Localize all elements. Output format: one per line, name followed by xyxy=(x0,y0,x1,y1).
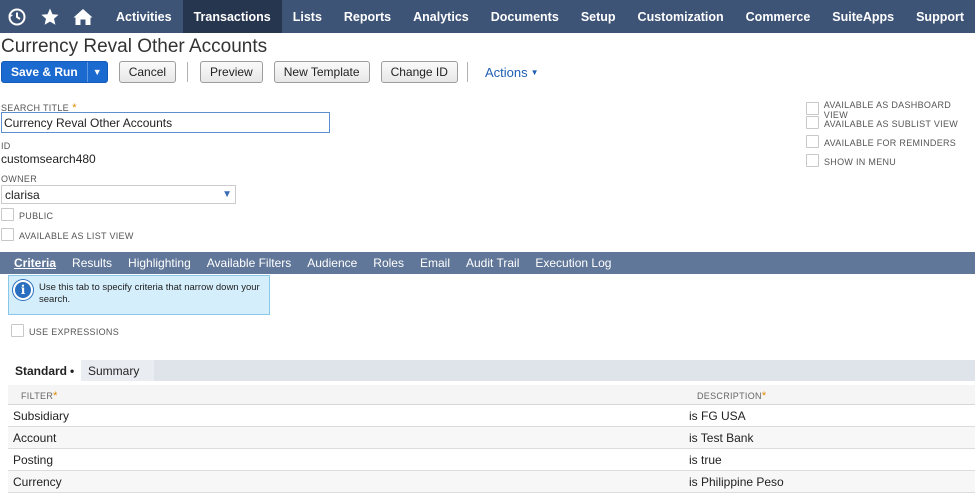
preview-button[interactable]: Preview xyxy=(200,61,263,83)
owner-value: clarisa xyxy=(5,187,40,202)
required-marker: * xyxy=(761,390,767,402)
subtab-bar: Criteria Results Highlighting Available Fil… xyxy=(0,252,975,274)
option-checkbox[interactable] xyxy=(806,101,819,115)
top-nav: Activities Transactions Lists Reports Analyt… xyxy=(0,0,975,33)
filter-cell: Subsidiary xyxy=(13,409,70,423)
option-checkbox-label: SHOW IN MENU xyxy=(824,157,897,167)
page-title: Currency Reval Other Accounts xyxy=(1,36,268,57)
tab-standard-label: Standard xyxy=(15,363,68,378)
col-description-header: DESCRIPTION* xyxy=(697,390,766,402)
search-title-input[interactable] xyxy=(1,112,330,133)
filter-cell: Posting xyxy=(13,453,54,467)
public-checkbox-row: PUBLIC xyxy=(1,207,53,221)
nav-item-documents[interactable]: Documents xyxy=(480,0,570,33)
new-template-button[interactable]: New Template xyxy=(273,61,370,83)
save-run-label[interactable]: Save & Run xyxy=(2,62,87,82)
table-header: FILTER* DESCRIPTION* xyxy=(8,385,975,405)
option-checkbox[interactable] xyxy=(806,153,819,167)
save-run-button[interactable]: Save & Run ▼ xyxy=(1,61,108,83)
table-row[interactable]: Currency is Philippine Peso xyxy=(8,471,975,493)
nav-item-customization[interactable]: Customization xyxy=(627,0,735,33)
nav-item-commerce[interactable]: Commerce xyxy=(735,0,822,33)
tab-roles[interactable]: Roles xyxy=(365,252,412,274)
save-run-dropdown-icon[interactable]: ▼ xyxy=(86,62,107,82)
actions-label[interactable]: Actions xyxy=(485,65,528,80)
info-box: i Use this tab to specify criteria that … xyxy=(8,275,270,315)
nav-item-activities[interactable]: Activities xyxy=(105,0,183,33)
nav-item-lists[interactable]: Lists xyxy=(282,0,333,33)
criteria-table: FILTER* DESCRIPTION* Subsidiary is FG USA… xyxy=(8,385,975,493)
tab-audience[interactable]: Audience xyxy=(299,252,365,274)
nav-item-setup[interactable]: Setup xyxy=(570,0,627,33)
cancel-button[interactable]: Cancel xyxy=(118,61,177,83)
info-icon: i xyxy=(13,280,33,300)
table-row[interactable]: Account is Test Bank xyxy=(8,427,975,449)
use-expressions-row: USE EXPRESSIONS xyxy=(11,323,119,337)
description-cell: is Philippine Peso xyxy=(689,475,784,489)
tab-standard-marker: • xyxy=(70,363,75,378)
description-cell: is FG USA xyxy=(689,409,746,423)
toolbar-divider xyxy=(187,62,189,82)
right-checkbox-row: AVAILABLE AS SUBLIST VIEW xyxy=(806,115,958,129)
description-cell: is true xyxy=(689,453,722,467)
col-description-label: DESCRIPTION xyxy=(697,391,762,401)
use-expressions-label: USE EXPRESSIONS xyxy=(29,327,120,337)
tab-execution-log[interactable]: Execution Log xyxy=(527,252,619,274)
tab-audit-trail[interactable]: Audit Trail xyxy=(458,252,527,274)
option-checkbox-label: AVAILABLE FOR REMINDERS xyxy=(824,138,957,148)
col-filter-header: FILTER* xyxy=(21,390,58,402)
toolbar-divider xyxy=(466,62,468,82)
nav-menu: Activities Transactions Lists Reports Analyt… xyxy=(105,0,975,33)
id-value: customsearch480 xyxy=(1,152,96,166)
option-checkbox[interactable] xyxy=(806,115,819,129)
option-checkbox[interactable] xyxy=(806,134,819,148)
required-marker: * xyxy=(53,390,58,402)
tab-summary[interactable]: Summary xyxy=(81,360,154,381)
actions-menu[interactable]: Actions ▼ xyxy=(485,65,539,80)
list-view-label: AVAILABLE AS LIST VIEW xyxy=(19,231,134,241)
nav-item-support[interactable]: Support xyxy=(905,0,975,33)
nav-item-suiteapps[interactable]: SuiteApps xyxy=(821,0,905,33)
right-checkbox-row: SHOW IN MENU xyxy=(806,153,896,167)
col-filter-label: FILTER xyxy=(21,391,54,401)
owner-label: OWNER xyxy=(1,174,37,184)
table-row[interactable]: Subsidiary is FG USA xyxy=(8,405,975,427)
tab-highlighting[interactable]: Highlighting xyxy=(120,252,199,274)
list-view-checkbox-row: AVAILABLE AS LIST VIEW xyxy=(1,227,134,241)
filter-cell: Account xyxy=(13,431,57,445)
table-body: Subsidiary is FG USA Account is Test Bank Po… xyxy=(8,405,975,493)
tab-criteria[interactable]: Criteria xyxy=(6,252,64,274)
nav-item-analytics[interactable]: Analytics xyxy=(402,0,480,33)
chevron-down-icon: ▼ xyxy=(222,189,232,200)
tab-results[interactable]: Results xyxy=(64,252,120,274)
criteria-tabs: Standard • Summary xyxy=(8,360,975,381)
id-label: ID xyxy=(1,141,11,151)
filter-cell: Currency xyxy=(13,475,62,489)
list-view-checkbox[interactable] xyxy=(1,227,14,241)
tab-available-filters[interactable]: Available Filters xyxy=(199,252,299,274)
home-icon[interactable] xyxy=(66,0,99,33)
toolbar: Save & Run ▼ Cancel Preview New Template… xyxy=(1,61,539,83)
recent-icon[interactable] xyxy=(0,0,33,33)
nav-item-reports[interactable]: Reports xyxy=(333,0,402,33)
change-id-button[interactable]: Change ID xyxy=(380,61,458,83)
tab-summary-label: Summary xyxy=(88,363,140,378)
tab-email[interactable]: Email xyxy=(412,252,458,274)
nav-item-transactions[interactable]: Transactions xyxy=(182,0,282,33)
caret-down-icon: ▼ xyxy=(530,67,539,77)
star-icon[interactable] xyxy=(33,0,66,33)
table-row[interactable]: Posting is true xyxy=(8,449,975,471)
owner-select[interactable]: clarisa ▼ xyxy=(1,185,236,204)
option-checkbox-label: AVAILABLE AS SUBLIST VIEW xyxy=(824,119,959,129)
public-checkbox[interactable] xyxy=(1,207,14,221)
info-text: Use this tab to specify criteria that na… xyxy=(39,282,260,305)
public-label: PUBLIC xyxy=(19,211,54,221)
tab-standard[interactable]: Standard • xyxy=(8,360,82,381)
right-checkbox-row: AVAILABLE FOR REMINDERS xyxy=(806,134,956,148)
description-cell: is Test Bank xyxy=(689,431,754,445)
use-expressions-checkbox[interactable] xyxy=(11,323,24,337)
